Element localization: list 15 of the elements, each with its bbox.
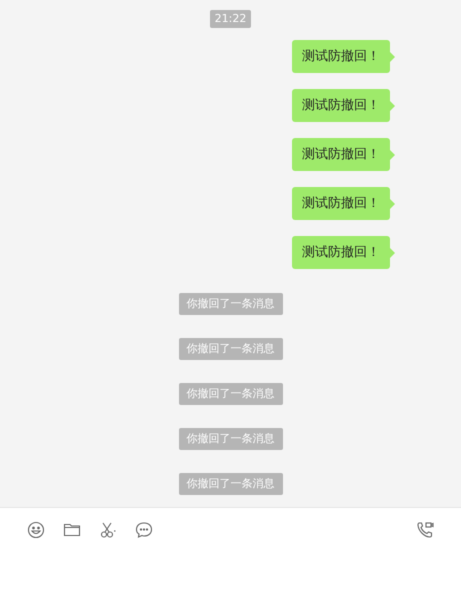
recall-notice: 你撤回了一条消息 — [178, 473, 282, 495]
scissors-icon[interactable] — [98, 520, 118, 540]
recall-notice: 你撤回了一条消息 — [178, 293, 282, 315]
timestamp: 21:22 — [210, 10, 252, 28]
emoji-icon[interactable] — [26, 520, 46, 540]
bubble-tail-icon — [390, 150, 395, 160]
bubble-tail-icon — [390, 198, 395, 208]
chat-bubble-icon[interactable] — [134, 520, 154, 540]
bubble-tail-icon — [390, 248, 395, 258]
recall-notice: 你撤回了一条消息 — [178, 338, 282, 360]
recall-notice: 你撤回了一条消息 — [178, 383, 282, 405]
recall-notice: 你撤回了一条消息 — [178, 428, 282, 450]
phone-video-icon[interactable] — [415, 520, 435, 540]
bubble-tail-icon — [390, 52, 395, 62]
bubble-tail-icon — [390, 100, 395, 110]
